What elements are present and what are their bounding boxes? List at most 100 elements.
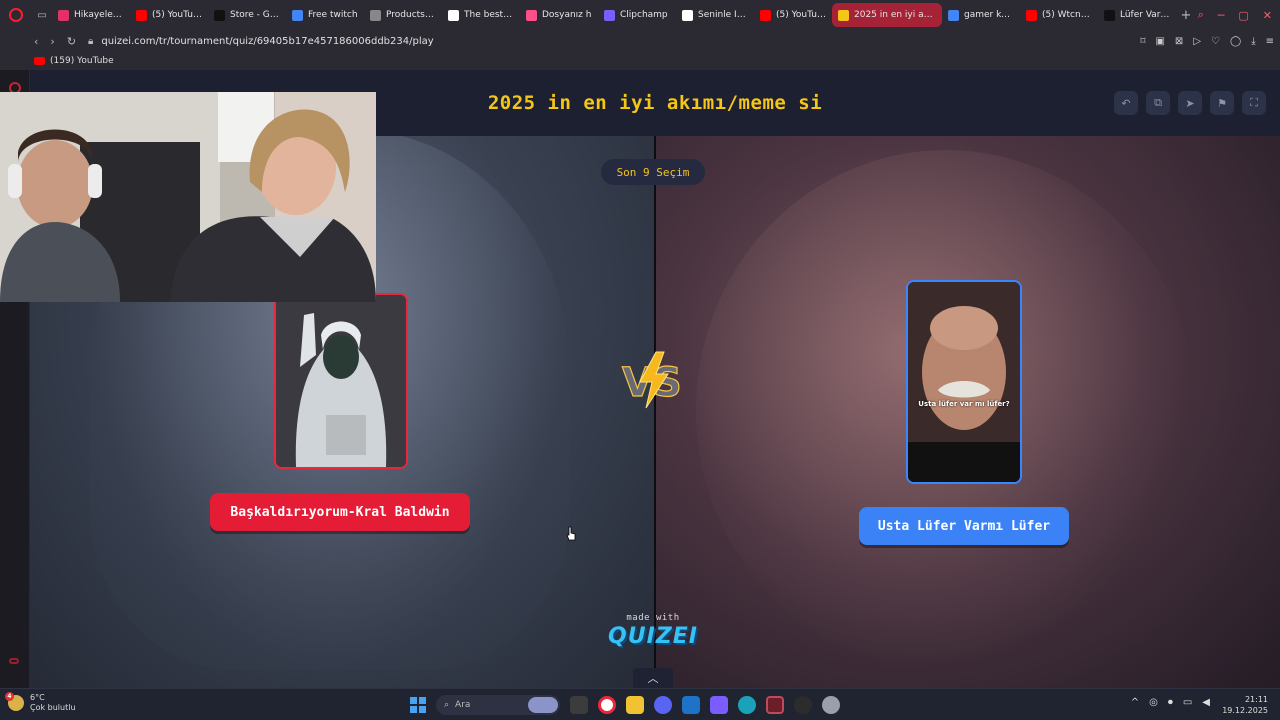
- tab-title: Products | L: [386, 10, 436, 20]
- tray-expand-icon[interactable]: ^: [1131, 697, 1139, 708]
- obs-icon[interactable]: [766, 696, 784, 714]
- round-badge: Son 9 Seçim: [601, 159, 705, 185]
- bookmarks-bar: (159) YouTube: [0, 52, 1280, 70]
- left-choice-image[interactable]: [274, 293, 408, 469]
- download-icon[interactable]: ⤓: [1251, 36, 1255, 47]
- task-view-icon[interactable]: [570, 696, 588, 714]
- weather-desc: Çok bulutlu: [30, 703, 76, 712]
- display-icon[interactable]: ▭: [1183, 697, 1192, 708]
- tab-favicon-icon: [604, 9, 615, 21]
- taskbar: 4 6°C Çok bulutlu ⌕ Ara ^ ◎ ⏺ ▭ ◀ 21:11 …: [0, 688, 1280, 720]
- network-icon[interactable]: ◎: [1149, 697, 1158, 708]
- windows-start-icon[interactable]: [410, 697, 426, 713]
- quizei-logo[interactable]: QUIZEI: [600, 624, 706, 649]
- browser-tab[interactable]: 2025 in en iyi akımı/m: [832, 3, 942, 27]
- new-tab-button[interactable]: +: [1176, 8, 1196, 23]
- tab-title: Clipchamp: [620, 10, 668, 20]
- browser-tab[interactable]: Hikayeler •: [52, 3, 130, 27]
- undo-icon[interactable]: ↶: [1114, 91, 1138, 115]
- minimize-button[interactable]: ─: [1218, 9, 1225, 22]
- edge-icon[interactable]: [738, 696, 756, 714]
- tab-title: (5) Wtcn | J: [1042, 10, 1092, 20]
- page-title: 2025 in en iyi akımı/meme si: [487, 92, 823, 114]
- tab-title: Store - Gam: [230, 10, 280, 20]
- left-choice-button[interactable]: Başkaldırıyorum-Kral Baldwin: [210, 493, 470, 531]
- vs-emblem: VS: [618, 350, 688, 410]
- browser-tab[interactable]: (5) Wtcn | J: [1020, 3, 1098, 27]
- maximize-button[interactable]: ▢: [1238, 9, 1248, 22]
- browser-tab[interactable]: Free twitch: [286, 3, 364, 27]
- mic-icon[interactable]: ⏺: [1168, 697, 1173, 708]
- url-field[interactable]: quizei.com/tr/tournament/quiz/69405b17e4…: [101, 36, 433, 47]
- app-icon[interactable]: [794, 696, 812, 714]
- chevron-up-icon[interactable]: ︿: [633, 668, 673, 688]
- reload-icon[interactable]: ↻: [67, 35, 76, 48]
- browser-tab[interactable]: Clipchamp: [598, 3, 676, 27]
- menu-icon[interactable]: ≡: [1266, 36, 1274, 47]
- send-icon[interactable]: ➤: [1178, 91, 1202, 115]
- baldwin-image: [276, 295, 406, 467]
- right-card-caption: Usta lüfer var mı lüfer?: [918, 400, 1010, 408]
- browser-tab[interactable]: The best Ch: [442, 3, 520, 27]
- fullscreen-icon[interactable]: ⛶: [1242, 91, 1266, 115]
- lock-icon: 🔒︎: [88, 35, 94, 47]
- tab-favicon-icon: [760, 9, 771, 21]
- browser-tab[interactable]: (5) YouTube: [130, 3, 208, 27]
- tab-title: (5) YouTube: [152, 10, 202, 20]
- flag-icon[interactable]: ⚑: [1210, 91, 1234, 115]
- forward-icon[interactable]: ›: [50, 35, 54, 48]
- taskbar-search[interactable]: ⌕ Ara: [436, 695, 560, 715]
- weather-icon: 4: [5, 692, 24, 711]
- tab-title: gamer köpe: [964, 10, 1014, 20]
- quiz-actions: ↶ ⧉ ➤ ⚑ ⛶: [1114, 91, 1266, 115]
- weather-widget[interactable]: 4 6°C Çok bulutlu: [5, 692, 76, 713]
- right-choice-button[interactable]: Usta Lüfer Varmı Lüfer: [859, 507, 1069, 545]
- browser-tab[interactable]: (5) YouTube: [754, 3, 832, 27]
- browser-tab[interactable]: Seninle İlişk: [676, 3, 754, 27]
- search-icon: ⌕: [444, 700, 450, 710]
- taskbar-clock[interactable]: 21:11 19.12.2025: [1222, 694, 1268, 716]
- right-choice-image[interactable]: Usta lüfer var mı lüfer?: [906, 280, 1022, 484]
- tab-favicon-icon: [682, 9, 693, 21]
- tab-favicon-icon: [58, 9, 69, 21]
- settings-icon[interactable]: [822, 696, 840, 714]
- close-window-button[interactable]: ✕: [1263, 9, 1272, 22]
- heart-icon[interactable]: ♡: [1211, 36, 1220, 47]
- browser-tab[interactable]: Lüfer Varmı: [1098, 3, 1176, 27]
- clock-time: 21:11: [1244, 695, 1268, 704]
- weather-temp: 6°C: [30, 693, 45, 702]
- volume-icon[interactable]: ◀: [1202, 697, 1210, 708]
- sidebar-settings-icon[interactable]: [9, 658, 19, 664]
- extensions-icon[interactable]: ⊠: [1175, 36, 1183, 47]
- weather-badge: 4: [5, 692, 14, 701]
- browser-tab[interactable]: gamer köpe: [942, 3, 1020, 27]
- opera-taskbar-icon[interactable]: [598, 696, 616, 714]
- made-with-label: made with: [626, 613, 680, 623]
- search-tabs-icon[interactable]: ⌕: [1198, 8, 1204, 22]
- opera-menu-button[interactable]: [0, 0, 32, 30]
- workspaces-icon[interactable]: ▭: [32, 0, 52, 30]
- browser-tab[interactable]: Products | L: [364, 3, 442, 27]
- share-icon[interactable]: ⧉: [1146, 91, 1170, 115]
- clock-date: 19.12.2025: [1222, 706, 1268, 715]
- discord-icon[interactable]: [654, 696, 672, 714]
- tab-title: 2025 in en iyi akımı/m: [854, 10, 936, 20]
- tab-favicon-icon: [526, 9, 537, 21]
- tab-favicon-icon: [292, 9, 303, 21]
- clipchamp-icon[interactable]: [710, 696, 728, 714]
- back-icon[interactable]: ‹: [34, 35, 38, 48]
- file-explorer-icon[interactable]: [626, 696, 644, 714]
- player-icon[interactable]: ▷: [1193, 36, 1201, 47]
- browser-tab[interactable]: Store - Gam: [208, 3, 286, 27]
- store-icon[interactable]: [682, 696, 700, 714]
- youtube-icon: [34, 57, 45, 65]
- tab-title: Dosyanız h: [542, 10, 592, 20]
- bookmark-icon[interactable]: ⌑: [1140, 36, 1145, 47]
- hand-cursor-icon: [566, 526, 576, 541]
- tab-favicon-icon: [370, 9, 381, 21]
- browser-tab[interactable]: Dosyanız h: [520, 3, 598, 27]
- tab-title: Hikayeler •: [74, 10, 124, 20]
- snapshot-icon[interactable]: ▣: [1155, 36, 1164, 47]
- bookmark-youtube[interactable]: (159) YouTube: [50, 56, 114, 66]
- profile-icon[interactable]: ◯: [1230, 36, 1241, 47]
